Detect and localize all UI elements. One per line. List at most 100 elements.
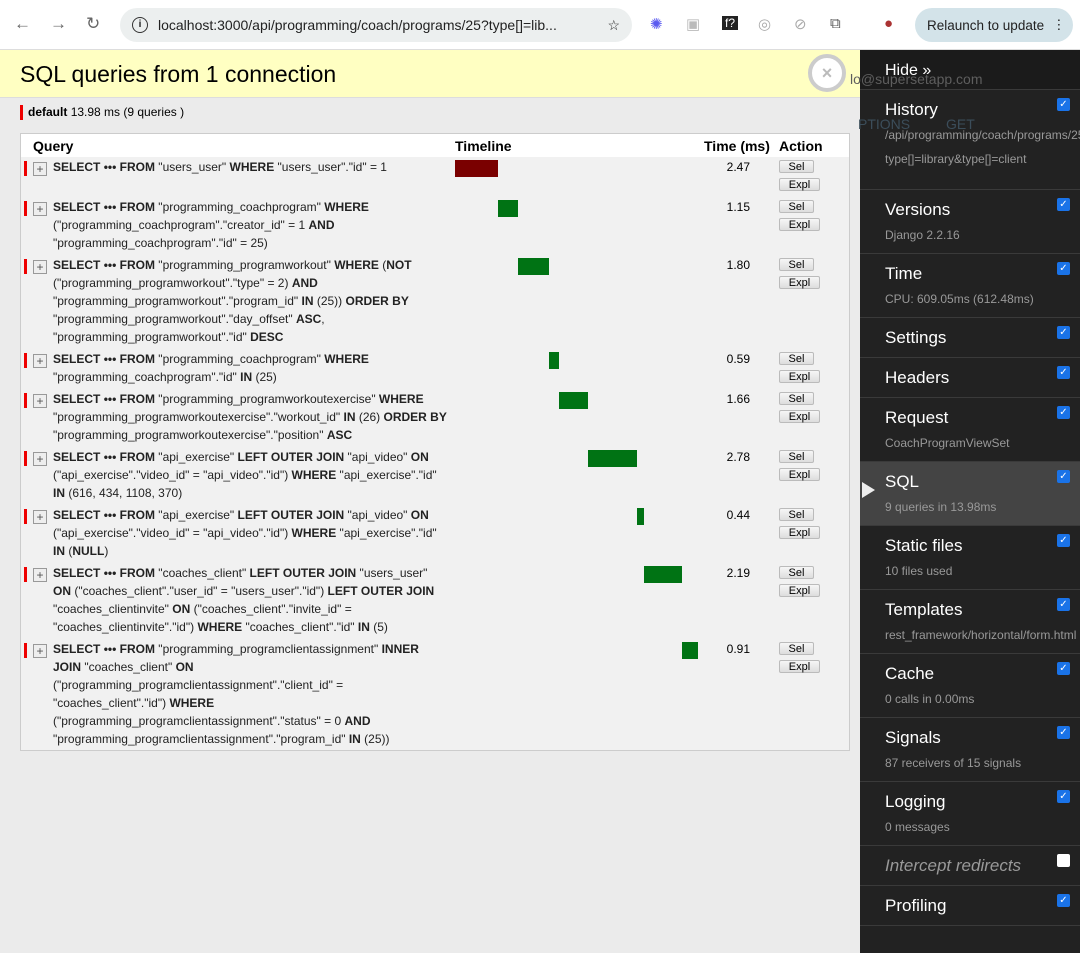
query-text: SELECT ••• FROM "programming_programclie… — [53, 640, 419, 748]
toggle-checkbox[interactable]: ✓ — [1057, 894, 1070, 907]
hide-label[interactable]: Hide » — [885, 62, 931, 80]
toggle-checkbox[interactable]: ✓ — [1057, 534, 1070, 547]
expand-toggle-icon[interactable]: + — [33, 162, 47, 176]
toolbar-item-settings[interactable]: Settings ✓ — [860, 318, 1080, 358]
close-icon[interactable]: × — [808, 54, 846, 92]
toolbar-item-templates[interactable]: Templates rest_framework/horizontal/form.… — [860, 590, 1080, 654]
toggle-checkbox[interactable] — [1057, 854, 1070, 867]
back-icon[interactable]: ← — [14, 14, 31, 34]
expand-toggle-icon[interactable]: + — [33, 260, 47, 274]
explain-button[interactable]: Expl — [779, 370, 820, 383]
explain-button[interactable]: Expl — [779, 410, 820, 423]
expand-toggle-icon[interactable]: + — [33, 394, 47, 408]
query-line: SELECT ••• FROM "api_exercise" LEFT OUTE… — [53, 508, 429, 522]
expand-toggle-icon[interactable]: + — [33, 202, 47, 216]
toolbar-item-history[interactable]: History/api/programming/coach/programs/2… — [860, 90, 1080, 190]
explain-button[interactable]: Expl — [779, 276, 820, 289]
toggle-checkbox[interactable]: ✓ — [1057, 470, 1070, 483]
expand-toggle-icon[interactable]: + — [33, 452, 47, 466]
toggle-checkbox[interactable]: ✓ — [1057, 262, 1070, 275]
browser-toolbar: ← → ↻ i localhost:3000/api/programming/c… — [0, 0, 1080, 50]
explain-button[interactable]: Expl — [779, 218, 820, 231]
table-row: + SELECT ••• FROM "api_exercise" LEFT OU… — [21, 448, 849, 506]
toolbar-item-request[interactable]: Request CoachProgramViewSet ✓ — [860, 398, 1080, 462]
toolbar-item-intercept-redirects[interactable]: Intercept redirects — [860, 846, 1080, 886]
background-get: GET — [946, 116, 975, 132]
extensions-puzzle-icon[interactable]: ⧉ — [830, 15, 841, 32]
query-line: JOIN "coaches_client" ON — [53, 660, 194, 674]
query-line: SELECT ••• FROM "programming_coachprogra… — [53, 352, 369, 366]
toolbar-item-profiling[interactable]: Profiling ✓ — [860, 886, 1080, 926]
toolbar-item-versions[interactable]: Versions Django 2.2.16 ✓ — [860, 190, 1080, 254]
toggle-checkbox[interactable]: ✓ — [1057, 98, 1070, 111]
toolbar-item-sql[interactable]: SQL 9 queries in 13.98ms ✓ — [860, 462, 1080, 526]
toggle-checkbox[interactable]: ✓ — [1057, 790, 1070, 803]
toolbar-item-signals[interactable]: Signals 87 receivers of 15 signals ✓ — [860, 718, 1080, 782]
expand-toggle-icon[interactable]: + — [33, 568, 47, 582]
select-button[interactable]: Sel — [779, 160, 814, 173]
query-line: ON ("coaches_client"."user_id" = "users_… — [53, 584, 435, 598]
toolbar-item-static-files[interactable]: Static files 10 files used ✓ — [860, 526, 1080, 590]
header-time: Time (ms) — [704, 138, 770, 154]
query-line: "coaches_client"."id") WHERE — [53, 696, 215, 710]
query-marker — [24, 259, 27, 274]
toolbar-item-cache[interactable]: Cache 0 calls in 0.00ms ✓ — [860, 654, 1080, 718]
query-line: IN (616, 434, 1108, 370) — [53, 486, 183, 500]
explain-button[interactable]: Expl — [779, 584, 820, 597]
toolbar-item-logging[interactable]: Logging 0 messages ✓ — [860, 782, 1080, 846]
timeline-bar — [682, 642, 698, 659]
query-line: ("programming_coachprogram"."creator_id"… — [53, 218, 335, 232]
toggle-checkbox[interactable]: ✓ — [1057, 366, 1070, 379]
explain-button[interactable]: Expl — [779, 526, 820, 539]
explain-button[interactable]: Expl — [779, 660, 820, 673]
address-bar[interactable]: i localhost:3000/api/programming/coach/p… — [120, 8, 632, 42]
select-button[interactable]: Sel — [779, 566, 814, 579]
extension-icon[interactable]: f? — [722, 16, 739, 30]
select-button[interactable]: Sel — [779, 200, 814, 213]
item-subtitle: CPU: 609.05ms (612.48ms) — [885, 292, 1034, 306]
toggle-checkbox[interactable]: ✓ — [1057, 662, 1070, 675]
expand-toggle-icon[interactable]: + — [33, 644, 47, 658]
select-button[interactable]: Sel — [779, 642, 814, 655]
item-subtitle: type[]=library&type[]=client — [885, 152, 1027, 166]
extension-icon[interactable]: ▣ — [686, 15, 700, 33]
select-button[interactable]: Sel — [779, 258, 814, 271]
relaunch-button[interactable]: Relaunch to update ⋮ — [915, 8, 1073, 42]
timeline-bar — [517, 258, 550, 275]
query-line: SELECT ••• FROM "programming_coachprogra… — [53, 200, 369, 214]
toggle-checkbox[interactable]: ✓ — [1057, 406, 1070, 419]
bookmark-star-icon[interactable]: ☆ — [607, 17, 620, 34]
reload-icon[interactable]: ↻ — [86, 14, 100, 34]
toolbar-item-headers[interactable]: Headers ✓ — [860, 358, 1080, 398]
extension-icon[interactable]: ◎ — [758, 15, 771, 33]
query-time: 0.91 — [726, 642, 750, 656]
explain-button[interactable]: Expl — [779, 178, 820, 191]
select-button[interactable]: Sel — [779, 508, 814, 521]
query-time: 0.44 — [726, 508, 750, 522]
select-button[interactable]: Sel — [779, 352, 814, 365]
toggle-checkbox[interactable]: ✓ — [1057, 198, 1070, 211]
select-button[interactable]: Sel — [779, 392, 814, 405]
toggle-checkbox[interactable]: ✓ — [1057, 598, 1070, 611]
avatar[interactable]: ● — [884, 15, 893, 32]
forward-icon[interactable]: → — [50, 14, 67, 34]
query-line: "programming_programworkout"."program_id… — [53, 294, 409, 308]
expand-toggle-icon[interactable]: + — [33, 354, 47, 368]
extension-icon[interactable]: ✺ — [650, 15, 663, 33]
extension-icon[interactable]: ⊘ — [794, 15, 807, 33]
query-time: 0.59 — [726, 352, 750, 366]
toolbar-item-time[interactable]: Time CPU: 609.05ms (612.48ms) ✓ — [860, 254, 1080, 318]
expand-toggle-icon[interactable]: + — [33, 510, 47, 524]
select-button[interactable]: Sel — [779, 450, 814, 463]
toggle-checkbox[interactable]: ✓ — [1057, 726, 1070, 739]
item-subtitle: 0 messages — [885, 820, 950, 834]
timeline-bar — [644, 566, 683, 583]
toggle-checkbox[interactable]: ✓ — [1057, 326, 1070, 339]
item-subtitle: CoachProgramViewSet — [885, 436, 1010, 450]
explain-button[interactable]: Expl — [779, 468, 820, 481]
query-line: "programming_programworkout"."day_offset… — [53, 312, 325, 326]
site-info-icon[interactable]: i — [132, 17, 148, 33]
query-line: SELECT ••• FROM "users_user" WHERE "user… — [53, 160, 387, 174]
query-line: SELECT ••• FROM "programming_programwork… — [53, 392, 424, 406]
header-action: Action — [779, 138, 823, 154]
